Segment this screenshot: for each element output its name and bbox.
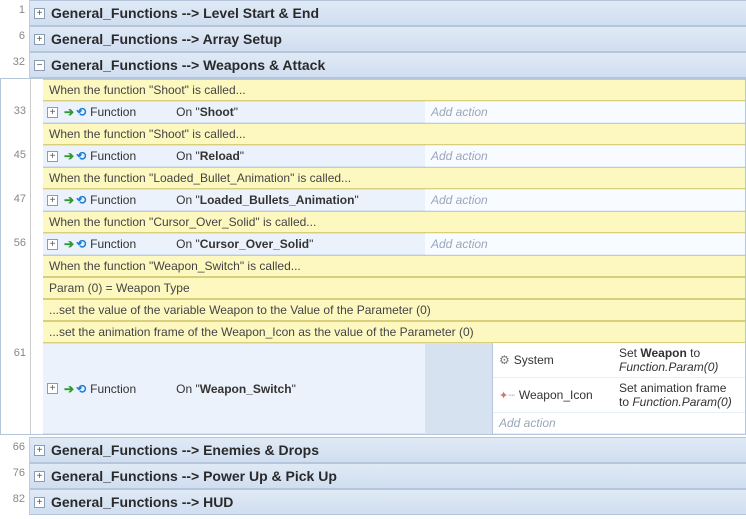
line-number: 32 — [0, 52, 30, 78]
action-spacer — [425, 343, 493, 378]
line-number: 82 — [0, 489, 30, 515]
group-header[interactable]: + General_Functions --> Level Start & En… — [30, 0, 746, 26]
add-action-link[interactable]: Add action — [493, 413, 745, 434]
function-label: Function — [90, 149, 136, 163]
comment: When the function "Cursor_Over_Solid" is… — [43, 211, 745, 233]
comment: Param (0) = Weapon Type — [43, 277, 745, 299]
function-icon: ⟲ — [76, 149, 86, 163]
action-object[interactable]: ✦┈Weapon_Icon — [493, 378, 613, 413]
expand-icon[interactable]: + — [34, 8, 45, 19]
add-action-link[interactable]: Add action — [425, 101, 745, 123]
comment: ...set the value of the variable Weapon … — [43, 299, 745, 321]
arrow-icon: ➔ — [64, 193, 74, 207]
expand-icon[interactable]: + — [34, 497, 45, 508]
function-label: Function — [90, 382, 136, 396]
add-action-link[interactable]: Add action — [425, 233, 745, 255]
expand-icon[interactable]: + — [47, 107, 58, 118]
function-icon: ⟲ — [76, 193, 86, 207]
comment: When the function "Weapon_Switch" is cal… — [43, 255, 745, 277]
line-number: 47 — [1, 189, 31, 211]
arrow-icon: ➔ — [64, 105, 74, 119]
action-spacer — [425, 413, 493, 434]
event-condition[interactable]: + ➔ ⟲ Function On "Shoot" — [43, 101, 425, 123]
action-text[interactable]: Set Weapon to Function.Param(0) — [613, 343, 745, 378]
line-number: 6 — [0, 26, 30, 52]
line-number: 56 — [1, 233, 31, 255]
comment: ...set the animation frame of the Weapon… — [43, 321, 745, 343]
function-icon: ⟲ — [76, 105, 86, 119]
condition-text: On "Shoot" — [176, 105, 238, 119]
group-title: General_Functions --> Enemies & Drops — [51, 442, 319, 458]
group-title: General_Functions --> Array Setup — [51, 31, 282, 47]
condition-text: On "Reload" — [176, 149, 244, 163]
comment: When the function "Shoot" is called... — [43, 79, 745, 101]
arrow-icon: ➔ — [64, 382, 74, 396]
line-number: 76 — [0, 463, 30, 489]
line-number: 45 — [1, 145, 31, 167]
event-condition[interactable]: + ➔ ⟲ Function On "Weapon_Switch" — [43, 343, 425, 434]
expand-icon[interactable]: + — [47, 151, 58, 162]
action-object[interactable]: ⚙System — [493, 343, 613, 378]
add-action-link[interactable]: Add action — [425, 145, 745, 167]
expand-icon[interactable]: + — [34, 471, 45, 482]
group-title: General_Functions --> Power Up & Pick Up — [51, 468, 337, 484]
group-header[interactable]: + General_Functions --> HUD — [30, 489, 746, 515]
function-icon: ⟲ — [76, 237, 86, 251]
group-header[interactable]: + General_Functions --> Power Up & Pick … — [30, 463, 746, 489]
group-header-weapons[interactable]: − General_Functions --> Weapons & Attack — [30, 52, 746, 78]
line-number: 61 — [1, 343, 31, 434]
collapse-icon[interactable]: − — [34, 60, 45, 71]
group-header[interactable]: + General_Functions --> Enemies & Drops — [30, 437, 746, 463]
expand-icon[interactable]: + — [47, 195, 58, 206]
condition-text: On "Loaded_Bullets_Animation" — [176, 193, 359, 207]
event-condition[interactable]: + ➔ ⟲ Function On "Loaded_Bullets_Animat… — [43, 189, 425, 211]
comment: When the function "Loaded_Bullet_Animati… — [43, 167, 745, 189]
group-title: General_Functions --> HUD — [51, 494, 233, 510]
add-action-link[interactable]: Add action — [425, 189, 745, 211]
function-icon: ⟲ — [76, 382, 86, 396]
gear-icon: ⚙ — [499, 353, 510, 367]
group-header[interactable]: + General_Functions --> Array Setup — [30, 26, 746, 52]
action-spacer — [425, 378, 493, 413]
expand-icon[interactable]: + — [34, 34, 45, 45]
function-label: Function — [90, 105, 136, 119]
expand-icon[interactable]: + — [47, 239, 58, 250]
group-title: General_Functions --> Weapons & Attack — [51, 57, 325, 73]
function-label: Function — [90, 193, 136, 207]
condition-text: On "Weapon_Switch" — [176, 382, 296, 396]
condition-text: On "Cursor_Over_Solid" — [176, 237, 313, 251]
expand-icon[interactable]: + — [47, 383, 58, 394]
line-number: 33 — [1, 101, 31, 123]
action-text[interactable]: Set animation frame to Function.Param(0) — [613, 378, 745, 413]
event-condition[interactable]: + ➔ ⟲ Function On "Cursor_Over_Solid" — [43, 233, 425, 255]
weapon-icon: ✦┈ — [499, 389, 515, 402]
function-label: Function — [90, 237, 136, 251]
line-number: 1 — [0, 0, 30, 26]
arrow-icon: ➔ — [64, 237, 74, 251]
expand-icon[interactable]: + — [34, 445, 45, 456]
comment: When the function "Shoot" is called... — [43, 123, 745, 145]
arrow-icon: ➔ — [64, 149, 74, 163]
event-condition[interactable]: + ➔ ⟲ Function On "Reload" — [43, 145, 425, 167]
line-number: 66 — [0, 437, 30, 463]
group-title: General_Functions --> Level Start & End — [51, 5, 319, 21]
